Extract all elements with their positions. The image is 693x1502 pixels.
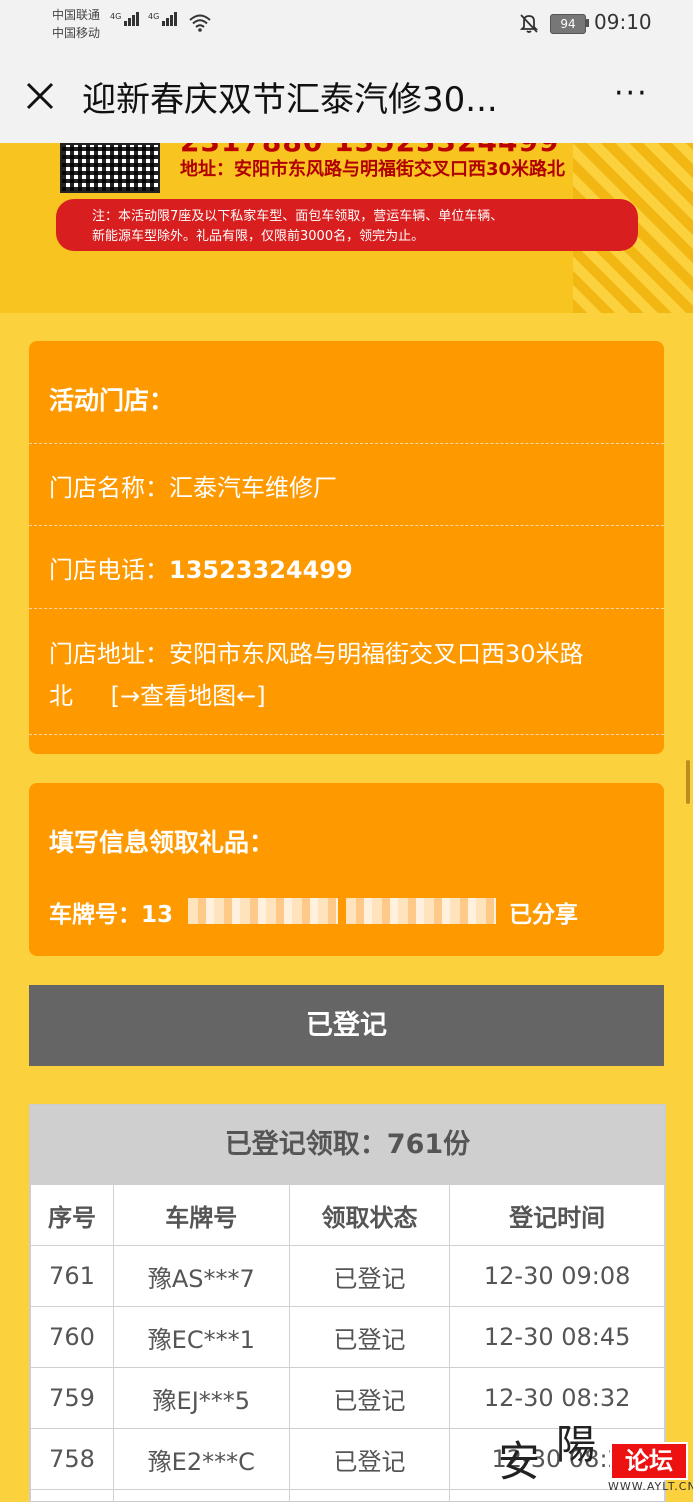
banner-note-line-1: 注：本活动限7座及以下私家车型、面包车领取，营运车辆、单位车辆、 [92, 207, 638, 227]
cell-time: 12-30 08:45 [450, 1307, 665, 1368]
gift-form-card: 填写信息领取礼品： 车牌号：13 [29, 783, 664, 956]
form-heading: 填写信息领取礼品： [49, 823, 274, 859]
store-name-label: 门店名称： [49, 474, 169, 502]
store-address-line-2: 北 [49, 682, 73, 710]
banner-note: 注：本活动限7座及以下私家车型、面包车领取，营运车辆、单位车辆、 新能源车型除外… [56, 199, 638, 251]
table-header-row: 序号 车牌号 领取状态 登记时间 [31, 1185, 665, 1246]
title-bar: 迎新春庆双节汇泰汽修30... ··· [0, 48, 693, 143]
cell-no: 758 [31, 1429, 114, 1490]
table-row: 760 豫EC***1 已登记 12-30 08:45 [31, 1307, 665, 1368]
cell-empty [31, 1490, 114, 1502]
cell-status: 已登记 [289, 1307, 450, 1368]
cell-empty [113, 1490, 289, 1502]
network-type-1: 4G [110, 12, 121, 21]
cell-plate: 豫E2***C [113, 1429, 289, 1490]
carrier-1: 中国联通 [52, 6, 100, 24]
plate-label: 车牌号： [49, 902, 141, 928]
blurred-plate-segment-2 [346, 898, 496, 924]
watermark-badge: 论坛 [610, 1442, 688, 1480]
store-name-value: 汇泰汽车维修厂 [169, 474, 337, 502]
mute-notifications-icon [518, 12, 540, 34]
cell-status: 已登记 [289, 1368, 450, 1429]
cell-empty [289, 1490, 450, 1502]
cell-plate: 豫EJ***5 [113, 1368, 289, 1429]
store-phone-row: 门店电话：13523324499 [29, 525, 664, 608]
cell-no: 761 [31, 1246, 114, 1307]
column-header-status: 领取状态 [289, 1185, 450, 1246]
forum-watermark-logo: 安 陽 论坛 WWW.AYLT.CN [498, 1418, 693, 1500]
store-heading: 活动门店： [49, 381, 174, 417]
cell-status: 已登记 [289, 1246, 450, 1307]
plate-value: 13 [141, 902, 173, 928]
shared-status: 已分享 [509, 895, 578, 929]
more-menu-button[interactable]: ··· [614, 76, 649, 111]
store-info-card: 活动门店： 门店名称：汇泰汽车维修厂 门店电话：13523324499 门店地址… [29, 341, 664, 754]
scrollbar[interactable] [686, 760, 690, 804]
blurred-plate-segment-1 [188, 898, 338, 924]
qr-code-icon [60, 143, 160, 193]
store-name-row: 门店名称：汇泰汽车维修厂 [29, 443, 664, 526]
column-header-plate: 车牌号 [113, 1185, 289, 1246]
banner-address: 地址：安阳市东风路与明福街交叉口西30米路北 [180, 155, 565, 181]
cell-plate: 豫AS***7 [113, 1246, 289, 1307]
carrier-info: 中国联通 中国移动 [52, 6, 100, 42]
registered-button[interactable]: 已登记 [29, 985, 664, 1066]
wifi-icon [188, 13, 212, 33]
watermark-url: WWW.AYLT.CN [608, 1480, 693, 1493]
table-row: 761 豫AS***7 已登记 12-30 09:08 [31, 1246, 665, 1307]
cell-no: 760 [31, 1307, 114, 1368]
network-type-2: 4G [148, 12, 159, 21]
signal-2-icon: 4G [148, 12, 178, 26]
status-bar: 中国联通 中国移动 4G 4G 94 09:10 [0, 0, 693, 48]
watermark-char-1: 安 [498, 1428, 540, 1489]
store-phone-label: 门店电话： [49, 556, 169, 584]
plate-line: 车牌号：13 [49, 895, 173, 929]
carrier-2: 中国移动 [52, 24, 100, 42]
store-phone-value[interactable]: 13523324499 [169, 556, 353, 584]
store-address-row: 门店地址：安阳市东风路与明福街交叉口西30米路 北 [→查看地图←] [29, 608, 664, 735]
view-map-link[interactable]: [→查看地图←] [111, 682, 266, 710]
watermark-char-2: 陽 [556, 1412, 596, 1470]
cell-time: 12-30 09:08 [450, 1246, 665, 1307]
column-header-time: 登记时间 [450, 1185, 665, 1246]
clock: 09:10 [594, 10, 652, 34]
promo-banner: 2317880 13523324499 地址：安阳市东风路与明福街交叉口西30米… [0, 143, 693, 313]
close-icon[interactable] [20, 76, 60, 116]
column-header-no: 序号 [31, 1185, 114, 1246]
battery-cap [586, 19, 589, 27]
store-address-text: 门店地址：安阳市东风路与明福街交叉口西30米路 北 [→查看地图←] [49, 633, 649, 717]
cell-no: 759 [31, 1368, 114, 1429]
store-address-label: 门店地址： [49, 640, 169, 668]
signal-1-icon: 4G [110, 12, 140, 26]
page-title: 迎新春庆双节汇泰汽修30... [82, 72, 582, 121]
store-phone-text: 门店电话：13523324499 [49, 550, 353, 585]
store-address-line-1: 安阳市东风路与明福街交叉口西30米路 [169, 640, 584, 668]
registry-title: 已登记领取：761份 [30, 1105, 665, 1184]
store-name-text: 门店名称：汇泰汽车维修厂 [49, 468, 337, 503]
banner-note-line-2: 新能源车型除外。礼品有限，仅限前3000名，领完为止。 [92, 227, 638, 247]
cell-plate: 豫EC***1 [113, 1307, 289, 1368]
battery-indicator: 94 [550, 14, 586, 34]
cell-status: 已登记 [289, 1429, 450, 1490]
